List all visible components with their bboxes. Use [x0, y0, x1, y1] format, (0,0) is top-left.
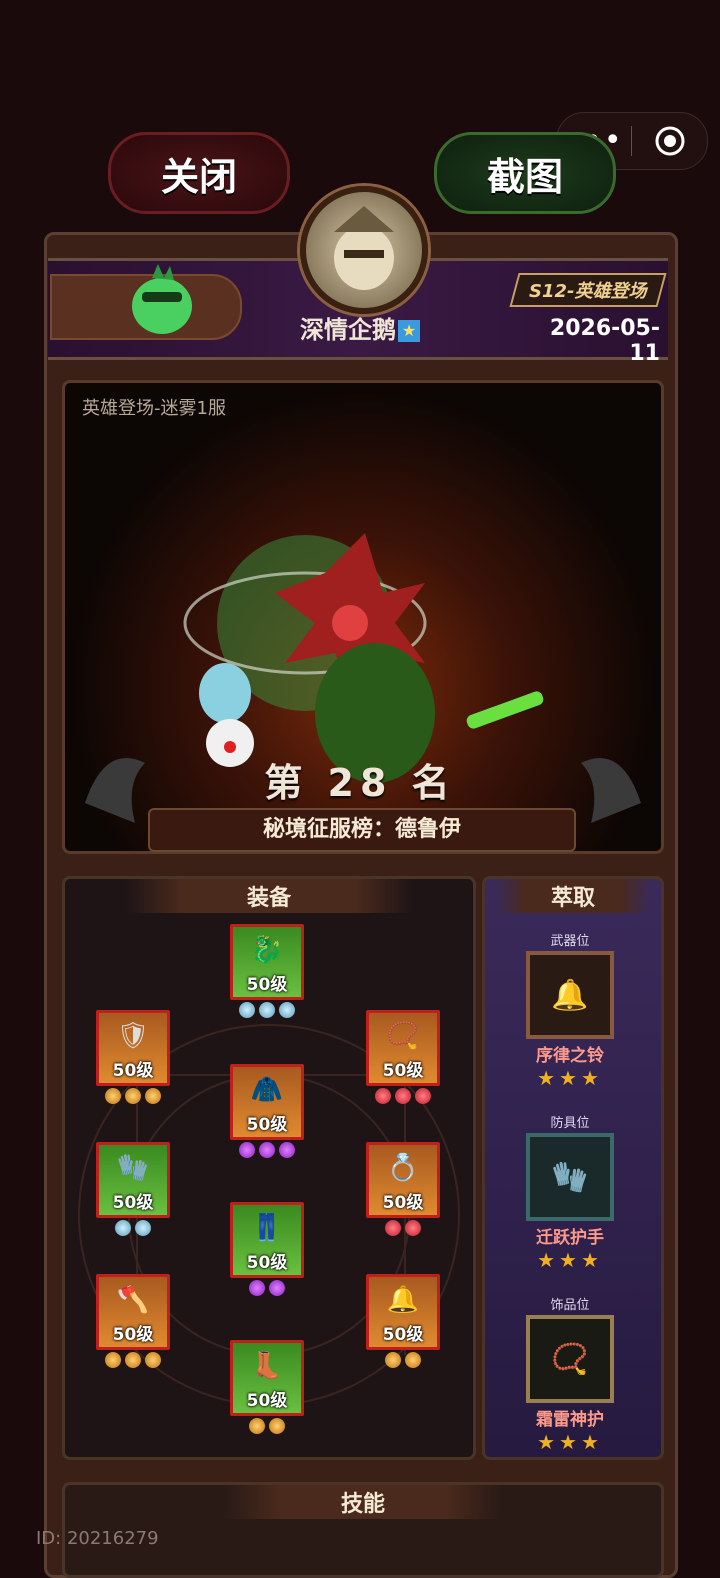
extract-title: 萃取: [495, 879, 651, 913]
equipment-title: 装备: [125, 879, 413, 913]
equip-slot-axe[interactable]: 🪓 50级: [96, 1274, 170, 1368]
necklace-icon: 📿: [386, 1021, 420, 1051]
extract-stars: ★★★: [537, 1430, 603, 1454]
shoulder-icon: 🛡: [116, 1021, 150, 1051]
bell-wand-icon: 🔔: [526, 951, 614, 1039]
equip-slot-pants[interactable]: 👖 50级: [230, 1202, 304, 1296]
equip-slot-ring[interactable]: 💍 50级: [366, 1142, 440, 1236]
gauntlet-icon: 🧤: [116, 1153, 150, 1183]
screenshot-button[interactable]: 截图: [434, 132, 616, 214]
axe-icon: 🪓: [116, 1285, 150, 1315]
equip-slot-gauntlet[interactable]: 🧤 50级: [96, 1142, 170, 1236]
pants-icon: 👖: [250, 1213, 284, 1243]
extract-slot-label: 武器位: [550, 934, 590, 949]
equip-slot-armor[interactable]: 🧥 50级: [230, 1064, 304, 1158]
skill-title: 技能: [225, 1485, 501, 1519]
armor-icon: 🧥: [250, 1075, 284, 1105]
equip-slot-boots[interactable]: 👢 50级: [230, 1340, 304, 1434]
extract-item-name: 霜雷神护: [536, 1410, 604, 1430]
boots-icon: 👢: [250, 1351, 284, 1381]
server-name: 英雄登场-迷雾1服: [82, 398, 226, 419]
extract-slot-label: 防具位: [550, 1116, 590, 1131]
extract-slot-armor[interactable]: 防具位 🧤 迁跃护手 ★★★: [522, 1112, 618, 1272]
dino-pet-icon: [132, 264, 192, 334]
ranklist-label: 秘境征服榜：德鲁伊: [148, 808, 576, 852]
extract-item-name: 迁跃护手: [536, 1228, 604, 1248]
extract-slot-label: 饰品位: [550, 1298, 590, 1313]
ring-icon: 💍: [386, 1153, 420, 1183]
equip-slot-necklace[interactable]: 📿 50级: [366, 1010, 440, 1104]
pet-avatar-frame: [50, 264, 242, 340]
equip-slot-shoulder[interactable]: 🛡 50级: [96, 1010, 170, 1104]
dragon-helm-icon: 🐉: [250, 935, 284, 965]
close-button[interactable]: 关闭: [108, 132, 290, 214]
gauntlet-icon: 🧤: [526, 1133, 614, 1221]
equip-slot-helm[interactable]: 🐉 50级: [230, 924, 304, 1018]
extract-stars: ★★★: [537, 1066, 603, 1090]
bell-icon: 🔔: [386, 1285, 420, 1315]
amulet-icon: 📿: [526, 1315, 614, 1403]
player-avatar[interactable]: [300, 186, 428, 314]
player-nickname: 深情企鹅 ★: [250, 310, 470, 345]
verified-star-icon: ★: [398, 320, 420, 342]
rank-text: 第 28 名: [264, 761, 456, 805]
extract-item-name: 序律之铃: [536, 1046, 604, 1066]
profile-date: 2026-05-11: [549, 316, 660, 366]
extract-slot-weapon[interactable]: 武器位 🔔 序律之铃 ★★★: [522, 930, 618, 1090]
extract-stars: ★★★: [537, 1248, 603, 1272]
player-id: ID: 20216279: [36, 1528, 159, 1549]
extract-slot-accessory[interactable]: 饰品位 📿 霜雷神护 ★★★: [522, 1294, 618, 1454]
equip-slot-bell[interactable]: 🔔 50级: [366, 1274, 440, 1368]
target-icon[interactable]: [632, 124, 707, 158]
season-badge: S12-英雄登场: [509, 273, 667, 307]
